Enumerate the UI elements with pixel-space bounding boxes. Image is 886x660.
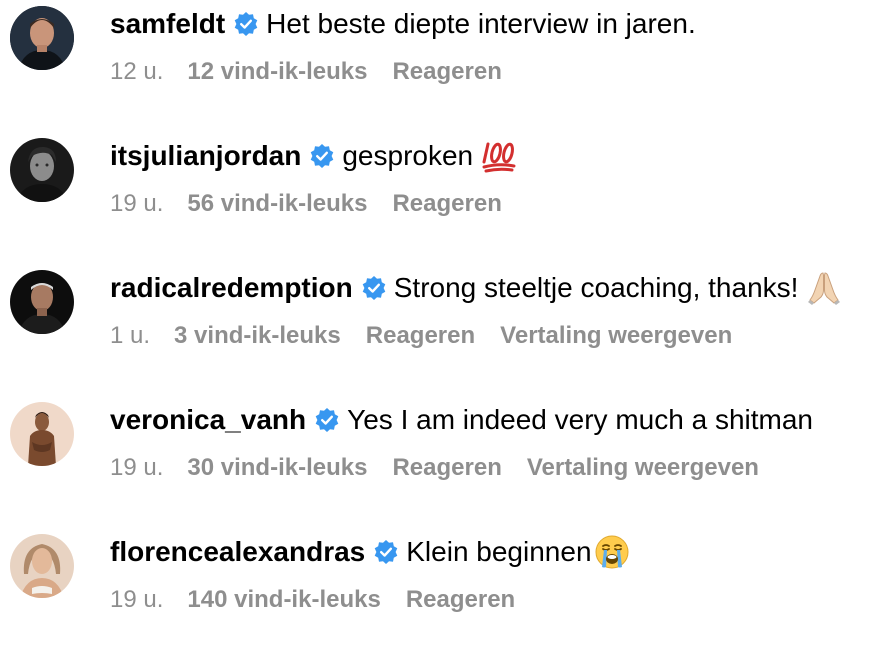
comment-list: samfeldt Het beste diepte interview in j… [0, 0, 886, 624]
folded-hands-emoji-icon [806, 270, 842, 306]
reply-button[interactable]: Reageren [392, 190, 501, 218]
comment-text: gesproken [342, 140, 474, 171]
likes-count-link[interactable]: 56 vind-ik-leuks [187, 190, 367, 218]
verified-badge-icon [314, 407, 340, 433]
comment-timestamp[interactable]: 19 u. [110, 454, 163, 482]
verified-badge-icon [309, 143, 335, 169]
verified-badge-icon [373, 539, 399, 565]
verified-badge-icon [361, 275, 387, 301]
profile-photo-icon [10, 534, 74, 598]
profile-photo-icon [10, 6, 74, 70]
avatar[interactable] [10, 270, 74, 334]
avatar[interactable] [10, 534, 74, 598]
comment-timestamp[interactable]: 19 u. [110, 190, 163, 218]
hundred-points-emoji-icon [481, 138, 517, 174]
avatar[interactable] [10, 138, 74, 202]
comment-item: samfeldt Het beste diepte interview in j… [0, 0, 886, 132]
loudly-crying-face-emoji-icon [594, 534, 630, 570]
comment-timestamp[interactable]: 19 u. [110, 586, 163, 614]
avatar[interactable] [10, 402, 74, 466]
comment-item: veronica_vanh Yes I am indeed very much … [0, 396, 886, 528]
username-link[interactable]: radicalredemption [110, 268, 353, 308]
likes-count-link[interactable]: 140 vind-ik-leuks [187, 586, 380, 614]
likes-count-link[interactable]: 30 vind-ik-leuks [187, 454, 367, 482]
reply-button[interactable]: Reageren [392, 454, 501, 482]
comment-text: Klein beginnen [406, 536, 592, 567]
verified-badge-icon [233, 11, 259, 37]
comment-text: Strong steeltje coaching, thanks! [393, 272, 799, 303]
comment-timestamp[interactable]: 12 u. [110, 58, 163, 86]
comment-item: itsjulianjordan gesproken 19 u. 56 vind-… [0, 132, 886, 264]
reply-button[interactable]: Reageren [406, 586, 515, 614]
profile-photo-icon [10, 138, 74, 202]
likes-count-link[interactable]: 12 vind-ik-leuks [187, 58, 367, 86]
comment-item: florencealexandras Klein beginnen 19 u. … [0, 528, 886, 660]
see-translation-button[interactable]: Vertaling weergeven [527, 454, 759, 482]
avatar[interactable] [10, 6, 74, 70]
username-link[interactable]: florencealexandras [110, 532, 365, 572]
profile-photo-icon [10, 270, 74, 334]
comment-timestamp[interactable]: 1 u. [110, 322, 150, 350]
comment-text: Yes I am indeed very much a shitman [347, 404, 813, 435]
comment-text: Het beste diepte interview in jaren. [266, 8, 696, 39]
likes-count-link[interactable]: 3 vind-ik-leuks [174, 322, 341, 350]
see-translation-button[interactable]: Vertaling weergeven [500, 322, 732, 350]
username-link[interactable]: itsjulianjordan [110, 136, 301, 176]
username-link[interactable]: veronica_vanh [110, 400, 306, 440]
username-link[interactable]: samfeldt [110, 4, 225, 44]
reply-button[interactable]: Reageren [392, 58, 501, 86]
profile-photo-icon [10, 402, 74, 466]
comment-item: radicalredemption Strong steeltje coachi… [0, 264, 886, 396]
reply-button[interactable]: Reageren [366, 322, 475, 350]
